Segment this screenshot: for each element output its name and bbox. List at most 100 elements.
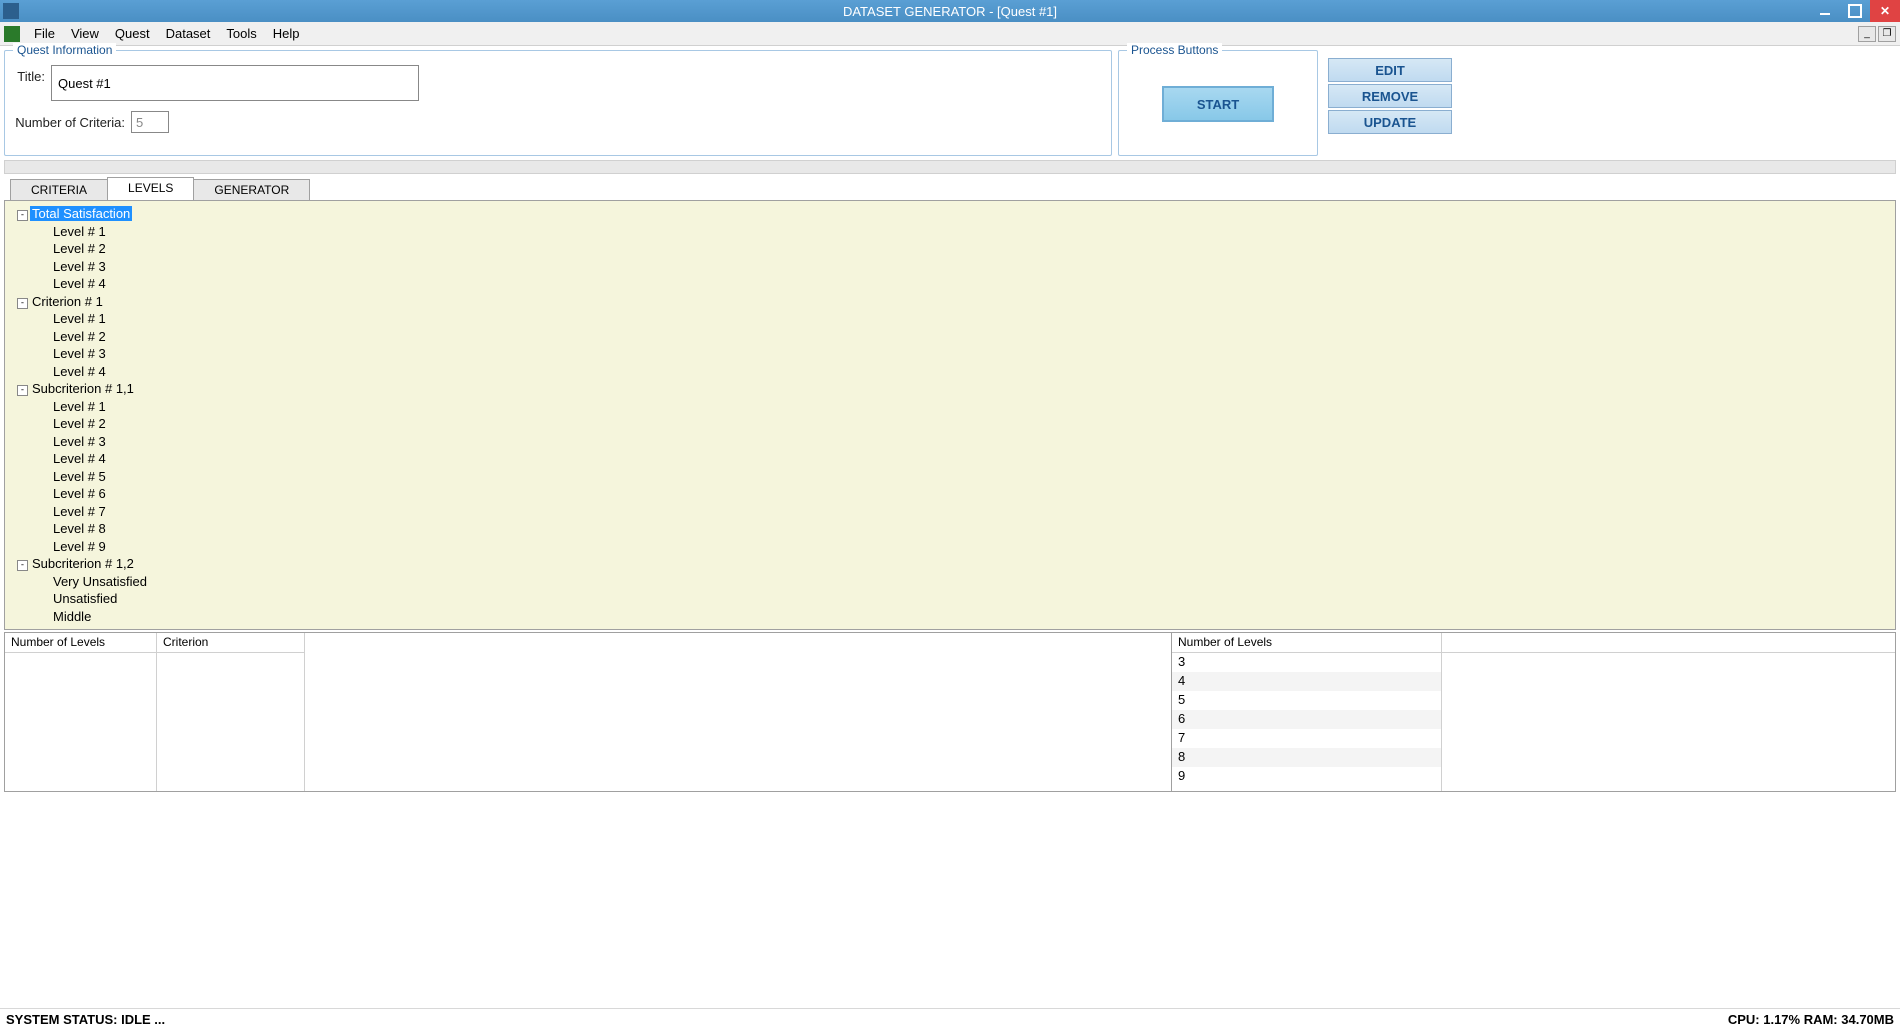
grid-right-empty-header — [1442, 633, 1895, 653]
tab-generator[interactable]: GENERATOR — [193, 179, 310, 200]
tree-node-label[interactable]: Level # 1 — [51, 399, 108, 414]
tree-child-node[interactable]: Level # 2 — [7, 328, 1893, 346]
tree-node-label[interactable]: Middle — [51, 609, 93, 624]
menu-help[interactable]: Help — [265, 24, 308, 43]
tree-node-label[interactable]: Level # 5 — [51, 469, 108, 484]
tree-child-node[interactable]: Level # 5 — [7, 468, 1893, 486]
grid-row[interactable]: 3 — [1172, 653, 1441, 672]
tree-parent-node[interactable]: -Subcriterion # 1,2 — [7, 555, 1893, 573]
tree-child-node[interactable]: Level # 4 — [7, 450, 1893, 468]
tree-node-label[interactable]: Level # 1 — [51, 311, 108, 326]
mdi-restore-button[interactable]: ❐ — [1878, 26, 1896, 42]
status-right: CPU: 1.17% RAM: 34.70MB — [1728, 1012, 1894, 1027]
upper-area: Quest Information Title: Number of Crite… — [0, 46, 1900, 156]
tree-child-node[interactable]: Level # 6 — [7, 485, 1893, 503]
tree-node-label[interactable]: Level # 4 — [51, 451, 108, 466]
tree-node-label[interactable]: Level # 9 — [51, 539, 108, 554]
grid-right-body[interactable]: 3456789 — [1172, 653, 1441, 786]
update-button[interactable]: UPDATE — [1328, 110, 1452, 134]
window-title: DATASET GENERATOR - [Quest #1] — [0, 4, 1900, 19]
tree-child-node[interactable]: Very Unsatisfied — [7, 573, 1893, 591]
tab-content: -Total SatisfactionLevel # 1Level # 2Lev… — [4, 200, 1896, 630]
tree-child-node[interactable]: Level # 8 — [7, 520, 1893, 538]
left-header-num-levels: Number of Levels — [5, 633, 156, 653]
tree-node-label[interactable]: Level # 1 — [51, 224, 108, 239]
titlebar: DATASET GENERATOR - [Quest #1] — [0, 0, 1900, 22]
tree-child-node[interactable]: Level # 1 — [7, 223, 1893, 241]
mdi-minimize-button[interactable]: _ — [1858, 26, 1876, 42]
quest-information-group: Quest Information Title: Number of Crite… — [4, 50, 1112, 156]
minimize-button[interactable] — [1810, 0, 1840, 22]
remove-button[interactable]: REMOVE — [1328, 84, 1452, 108]
grid-row[interactable]: 4 — [1172, 672, 1441, 691]
tree-child-node[interactable]: Middle — [7, 608, 1893, 626]
statusbar: SYSTEM STATUS: IDLE ... CPU: 1.17% RAM: … — [0, 1008, 1900, 1030]
tree-child-node[interactable]: Level # 7 — [7, 503, 1893, 521]
tree-node-label[interactable]: Level # 3 — [51, 259, 108, 274]
tree-toggle-icon[interactable]: - — [17, 210, 28, 221]
num-criteria-input[interactable] — [131, 111, 169, 133]
tree-node-label[interactable]: Level # 4 — [51, 364, 108, 379]
menu-file[interactable]: File — [26, 24, 63, 43]
tree-child-node[interactable]: Level # 4 — [7, 275, 1893, 293]
menu-quest[interactable]: Quest — [107, 24, 158, 43]
grid-row[interactable]: 9 — [1172, 767, 1441, 786]
tree-parent-node[interactable]: -Total Satisfaction — [7, 205, 1893, 223]
tree-node-label[interactable]: Level # 4 — [51, 276, 108, 291]
tree-node-label[interactable]: Very Unsatisfied — [51, 574, 149, 589]
menu-dataset[interactable]: Dataset — [158, 24, 219, 43]
tree-node-label[interactable]: Level # 3 — [51, 434, 108, 449]
menu-tools[interactable]: Tools — [218, 24, 264, 43]
tree-child-node[interactable]: Level # 2 — [7, 240, 1893, 258]
tree-node-label[interactable]: Subcriterion # 1,1 — [30, 381, 136, 396]
grid-row[interactable]: 7 — [1172, 729, 1441, 748]
tree-child-node[interactable]: Level # 9 — [7, 538, 1893, 556]
tree-node-label[interactable]: Level # 6 — [51, 486, 108, 501]
left-header-criterion: Criterion — [157, 633, 304, 653]
tree-child-node[interactable]: Level # 4 — [7, 363, 1893, 381]
tree-toggle-icon[interactable]: - — [17, 560, 28, 571]
tree-toggle-icon[interactable]: - — [17, 385, 28, 396]
grid-row[interactable]: 6 — [1172, 710, 1441, 729]
tree-node-label[interactable]: Level # 2 — [51, 241, 108, 256]
tree-node-label[interactable]: Level # 3 — [51, 346, 108, 361]
grid-right-spacer — [1442, 633, 1895, 791]
tree-child-node[interactable]: Unsatisfied — [7, 590, 1893, 608]
start-button[interactable]: START — [1162, 86, 1274, 122]
tree-node-label[interactable]: Level # 2 — [51, 329, 108, 344]
tab-criteria[interactable]: CRITERIA — [10, 179, 108, 200]
tree-node-label[interactable]: Total Satisfaction — [30, 206, 132, 221]
tree-child-node[interactable]: Level # 3 — [7, 433, 1893, 451]
grid-row[interactable]: 8 — [1172, 748, 1441, 767]
tree-child-node[interactable]: Level # 3 — [7, 258, 1893, 276]
window-controls — [1810, 0, 1900, 22]
divider — [4, 160, 1896, 174]
tree-child-node[interactable]: Level # 1 — [7, 398, 1893, 416]
tree-node-label[interactable]: Level # 7 — [51, 504, 108, 519]
menu-view[interactable]: View — [63, 24, 107, 43]
tree-node-label[interactable]: Criterion # 1 — [30, 294, 105, 309]
close-button[interactable] — [1870, 0, 1900, 22]
tree-child-node[interactable]: Level # 2 — [7, 415, 1893, 433]
tree-parent-node[interactable]: -Subcriterion # 1,1 — [7, 380, 1893, 398]
grid-row[interactable]: 5 — [1172, 691, 1441, 710]
tree-node-label[interactable]: Unsatisfied — [51, 591, 119, 606]
edit-button[interactable]: EDIT — [1328, 58, 1452, 82]
levels-tree[interactable]: -Total SatisfactionLevel # 1Level # 2Lev… — [5, 201, 1895, 629]
maximize-button[interactable] — [1840, 0, 1870, 22]
mdi-controls: _ ❐ — [1858, 26, 1896, 42]
tab-strip: CRITERIA LEVELS GENERATOR — [0, 178, 1900, 200]
tree-node-label[interactable]: Level # 2 — [51, 416, 108, 431]
app-icon — [3, 3, 19, 19]
tree-node-label[interactable]: Subcriterion # 1,2 — [30, 556, 136, 571]
tree-child-node[interactable]: Level # 3 — [7, 345, 1893, 363]
tree-node-label[interactable]: Level # 8 — [51, 521, 108, 536]
tree-toggle-icon[interactable]: - — [17, 298, 28, 309]
tree-parent-node[interactable]: -Criterion # 1 — [7, 293, 1893, 311]
tree-child-node[interactable]: Level # 1 — [7, 310, 1893, 328]
tab-levels[interactable]: LEVELS — [107, 177, 194, 200]
action-buttons: EDIT REMOVE UPDATE — [1328, 50, 1498, 156]
bottom-grid: Number of Levels Criterion Number of Lev… — [4, 632, 1896, 792]
menubar: File View Quest Dataset Tools Help _ ❐ — [0, 22, 1900, 46]
title-input[interactable] — [51, 65, 419, 101]
